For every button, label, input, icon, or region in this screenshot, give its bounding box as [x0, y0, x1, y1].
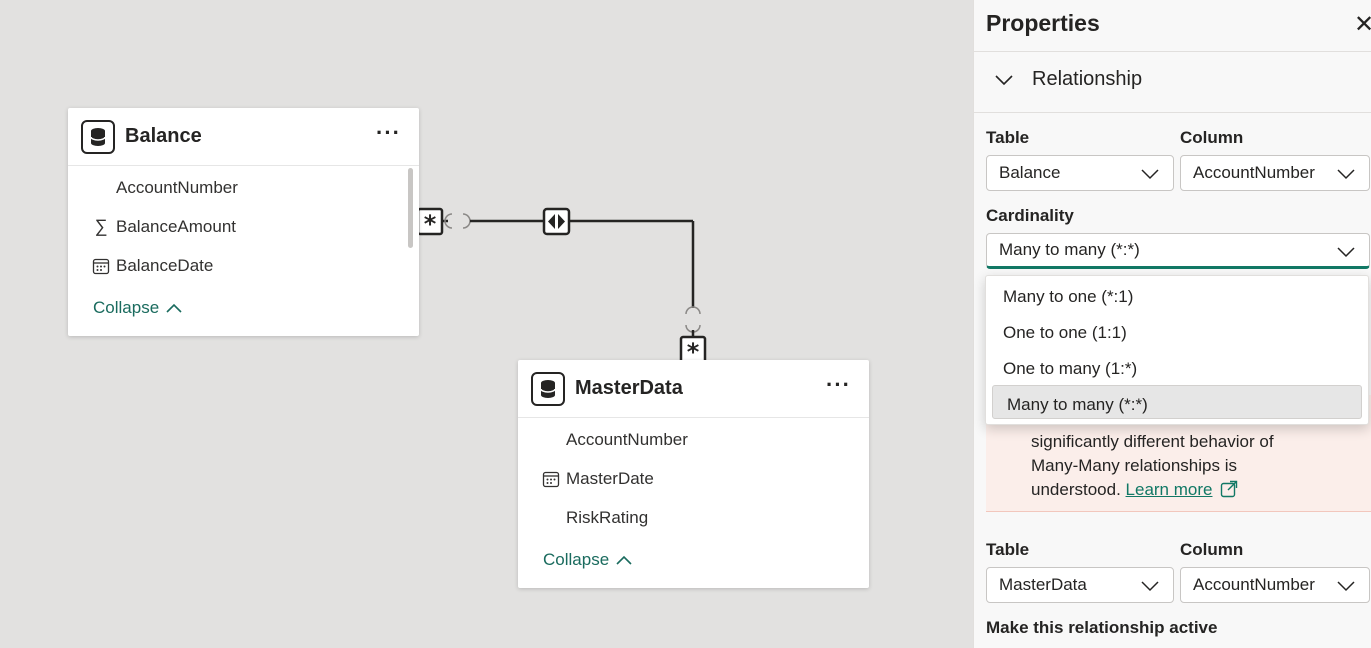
chevron-down-icon: [1141, 169, 1159, 180]
column-label: Column: [1180, 540, 1244, 559]
table-label: Table: [986, 128, 1030, 147]
select-value: Balance: [999, 163, 1061, 182]
table-label: Table: [986, 540, 1030, 559]
option-many-to-one[interactable]: Many to one (*:1): [1003, 287, 1133, 307]
chevron-up-icon: [616, 555, 632, 565]
select-value: AccountNumber: [1193, 163, 1315, 182]
divider: [974, 51, 1371, 52]
divider: [974, 112, 1371, 113]
warning-line: Many-Many relationships is: [1031, 456, 1237, 475]
field-label: AccountNumber: [116, 177, 238, 197]
table-icon: [81, 119, 115, 154]
chevron-down-icon: [1337, 581, 1355, 592]
table-select-2[interactable]: MasterData: [986, 567, 1174, 603]
option-one-to-one[interactable]: One to one (1:1): [1003, 323, 1127, 343]
select-value: Many to many (*:*): [999, 240, 1140, 259]
field-label: AccountNumber: [566, 429, 688, 449]
close-icon[interactable]: ✕: [1354, 10, 1371, 39]
column-label: Column: [1180, 128, 1244, 147]
select-value: MasterData: [999, 575, 1087, 594]
field-label: BalanceAmount: [116, 216, 237, 236]
warning-line: understood.: [1031, 480, 1121, 499]
option-many-to-many[interactable]: Many to many (*:*): [1007, 395, 1148, 415]
warning-text: significantly different behavior of Many…: [1031, 430, 1311, 502]
table-header[interactable]: Balance ···: [68, 108, 419, 166]
model-canvas[interactable]: * * Balance ··· AccountNumber ∑ BalanceA…: [0, 0, 973, 648]
chevron-down-icon: [1141, 581, 1159, 592]
table-card-balance[interactable]: Balance ··· AccountNumber ∑ BalanceAmoun…: [68, 108, 419, 336]
field-row[interactable]: RiskRating: [518, 498, 869, 537]
field-label: BalanceDate: [116, 255, 214, 275]
option-one-to-many[interactable]: One to many (1:*): [1003, 359, 1137, 379]
chevron-down-icon: [995, 74, 1013, 85]
collapse-link[interactable]: Collapse: [518, 537, 869, 583]
column-select-2[interactable]: AccountNumber: [1180, 567, 1370, 603]
table-card-masterdata[interactable]: MasterData ··· AccountNumber MasterDate …: [518, 360, 869, 588]
collapse-label: Collapse: [543, 550, 610, 569]
cardinality-select[interactable]: Many to many (*:*): [986, 233, 1370, 269]
table-header[interactable]: MasterData ···: [518, 360, 869, 418]
external-link-icon[interactable]: [1220, 480, 1238, 498]
chevron-down-icon: [1337, 169, 1355, 180]
table-title: MasterData: [575, 377, 683, 399]
learn-more-link[interactable]: Learn more: [1126, 480, 1213, 499]
table-icon: [531, 371, 565, 406]
field-row[interactable]: BalanceDate: [68, 246, 419, 285]
collapse-label: Collapse: [93, 298, 160, 317]
field-row[interactable]: ∑ BalanceAmount: [68, 207, 419, 246]
select-value: AccountNumber: [1193, 575, 1315, 594]
chevron-down-icon: [1337, 247, 1355, 258]
make-active-label: Make this relationship active: [986, 618, 1218, 637]
panel-title: Properties: [986, 10, 1100, 36]
collapse-link[interactable]: Collapse: [68, 285, 419, 331]
scrollbar[interactable]: [408, 168, 413, 248]
more-options-icon[interactable]: ···: [826, 374, 851, 396]
calendar-icon: [538, 470, 564, 488]
section-toggle-relationship[interactable]: Relationship: [994, 68, 1142, 91]
field-label: MasterDate: [566, 468, 654, 488]
field-row[interactable]: AccountNumber: [518, 420, 869, 459]
field-row[interactable]: AccountNumber: [68, 168, 419, 207]
column-select-1[interactable]: AccountNumber: [1180, 155, 1370, 191]
field-row[interactable]: MasterDate: [518, 459, 869, 498]
warning-line: significantly different behavior of: [1031, 432, 1274, 451]
bidirectional-filter-icon: [542, 207, 571, 236]
many-symbol-1: *: [424, 210, 437, 238]
many-marker-balance: *: [416, 207, 444, 238]
table-title: Balance: [125, 125, 202, 147]
cardinality-dropdown[interactable]: Many to one (*:1) One to one (1:1) One t…: [985, 275, 1369, 425]
sigma-icon: ∑: [94, 216, 108, 236]
calendar-icon: [88, 257, 114, 275]
more-options-icon[interactable]: ···: [376, 122, 401, 144]
chevron-up-icon: [166, 303, 182, 313]
table-select-1[interactable]: Balance: [986, 155, 1174, 191]
field-label: RiskRating: [566, 507, 649, 527]
cardinality-label: Cardinality: [986, 206, 1074, 225]
section-title: Relationship: [1032, 68, 1143, 90]
